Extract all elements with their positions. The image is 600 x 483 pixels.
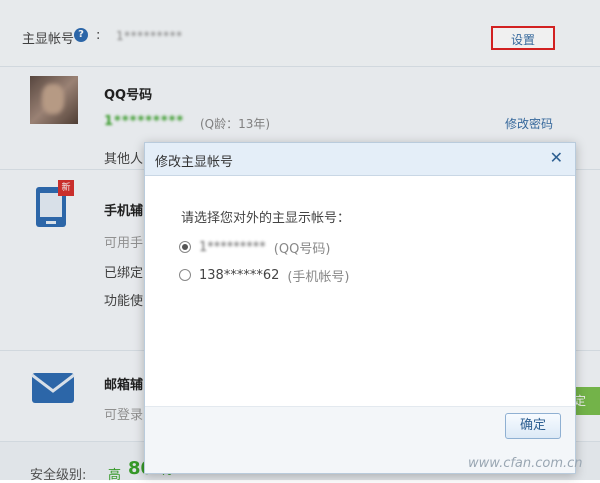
change-primary-account-dialog: 修改主显帐号 ✕ 请选择您对外的主显示帐号： 1********* (QQ号码)… <box>144 142 576 474</box>
option-phone[interactable]: 138******62 (手机帐号) <box>179 265 350 285</box>
dialog-prompt: 请选择您对外的主显示帐号： <box>181 211 351 226</box>
ok-button[interactable]: 确定 <box>505 413 561 439</box>
radio-qq[interactable] <box>179 241 191 253</box>
option-phone-value: 138******62 <box>199 267 280 283</box>
option-qq-value: 1********* <box>199 239 266 255</box>
option-qq-note: (QQ号码) <box>273 241 331 257</box>
option-phone-note: (手机帐号) <box>287 269 350 285</box>
close-icon[interactable]: ✕ <box>550 148 563 167</box>
dialog-title: 修改主显帐号 <box>155 155 234 170</box>
radio-phone[interactable] <box>179 269 191 281</box>
dialog-header: 修改主显帐号 ✕ <box>145 143 575 176</box>
watermark: www.cfan.com.cn <box>468 456 583 471</box>
option-qq[interactable]: 1********* (QQ号码) <box>179 237 330 257</box>
